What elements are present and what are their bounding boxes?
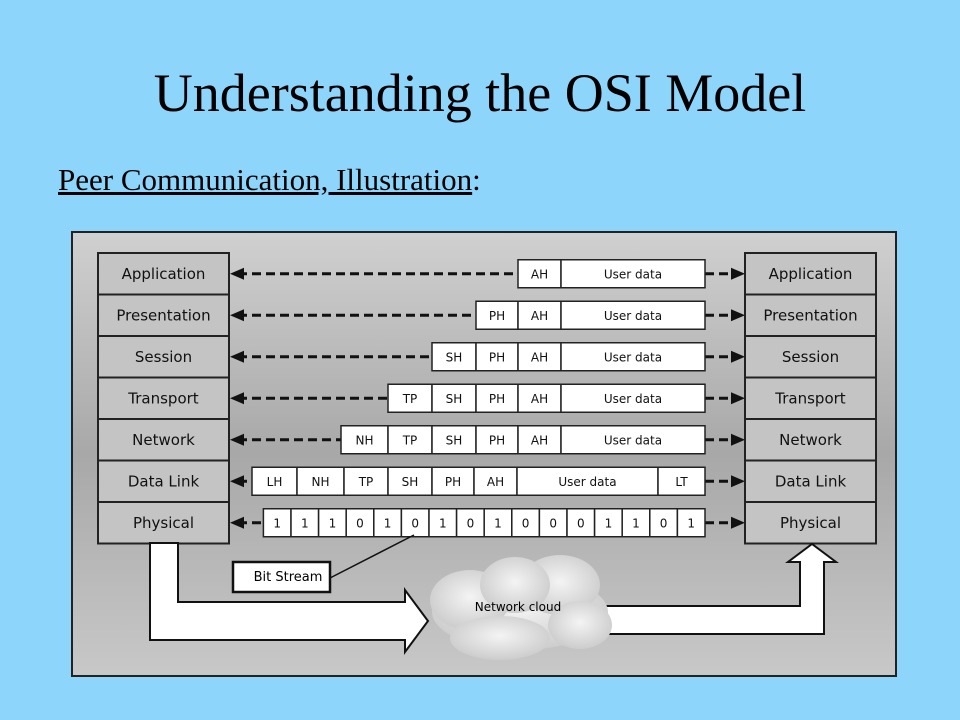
segment-label: TP xyxy=(358,475,374,489)
bit-value: 1 xyxy=(605,516,613,530)
left-layer-label: Session xyxy=(135,348,192,366)
segment-label: LT xyxy=(675,475,688,489)
segment-label: SH xyxy=(446,350,463,364)
segment-label: TP xyxy=(402,392,418,406)
right-layer-label: Data Link xyxy=(775,472,847,490)
segment-label: AH xyxy=(487,475,504,489)
bit-value: 1 xyxy=(632,516,640,530)
left-layer-label: Application xyxy=(122,265,206,283)
segment-label: AH xyxy=(531,350,548,364)
pdu-row-data-link: LH NH TP SH PH AH User data LT xyxy=(230,466,745,496)
bit-value: 0 xyxy=(522,516,530,530)
bit-value: 1 xyxy=(687,516,695,530)
segment-label: User data xyxy=(604,433,662,447)
osi-peer-communication-diagram: Application Presentation Session Transport N… xyxy=(71,231,897,677)
segment-label: SH xyxy=(446,433,463,447)
right-layer-label: Presentation xyxy=(763,306,857,324)
right-layer-stack: Application Presentation Session Transport N… xyxy=(744,252,877,545)
bit-value: 0 xyxy=(577,516,585,530)
bit-value: 0 xyxy=(549,516,557,530)
segment-label: PH xyxy=(489,433,505,447)
right-layer-label: Transport xyxy=(774,389,846,407)
bit-value: 1 xyxy=(301,516,309,530)
right-layer-label: Physical xyxy=(780,514,841,532)
segment-label: PH xyxy=(489,309,505,323)
segment-label: User data xyxy=(604,392,662,406)
network-cloud-label: Network cloud xyxy=(475,600,561,614)
left-layer-stack: Application Presentation Session Transport N… xyxy=(97,252,230,545)
segment-label: User data xyxy=(604,309,662,323)
segment-label: User data xyxy=(558,475,616,489)
segment-label: SH xyxy=(402,475,419,489)
pdu-row-physical: 1 1 1 0 1 0 1 0 1 0 0 0 1 1 0 1 xyxy=(230,508,745,538)
bit-value: 1 xyxy=(273,516,281,530)
segment-label: LH xyxy=(267,475,283,489)
left-layer-label: Network xyxy=(132,431,195,449)
right-layer-label: Network xyxy=(779,431,842,449)
segment-label: TP xyxy=(402,433,418,447)
bit-value: 1 xyxy=(384,516,392,530)
bit-value: 1 xyxy=(439,516,447,530)
segment-label: NH xyxy=(356,433,374,447)
left-layer-label: Data Link xyxy=(128,472,200,490)
bit-value: 0 xyxy=(467,516,475,530)
bit-value: 0 xyxy=(356,516,364,530)
segment-label: AH xyxy=(531,267,548,281)
bit-value: 0 xyxy=(411,516,419,530)
segment-label: SH xyxy=(446,392,463,406)
bit-value: 1 xyxy=(329,516,337,530)
left-layer-label: Presentation xyxy=(116,306,210,324)
segment-label: PH xyxy=(445,475,461,489)
left-layer-label: Transport xyxy=(127,389,199,407)
right-layer-label: Application xyxy=(769,265,853,283)
segment-label: User data xyxy=(604,350,662,364)
segment-label: AH xyxy=(531,433,548,447)
segment-label: AH xyxy=(531,392,548,406)
segment-label: User data xyxy=(604,267,662,281)
segment-label: AH xyxy=(531,309,548,323)
bit-value: 1 xyxy=(494,516,502,530)
right-layer-label: Session xyxy=(782,348,839,366)
segment-label: PH xyxy=(489,392,505,406)
segment-label: NH xyxy=(312,475,330,489)
left-layer-label: Physical xyxy=(133,514,194,532)
segment-label: PH xyxy=(489,350,505,364)
bit-stream-label: Bit Stream xyxy=(254,570,323,585)
bit-value: 0 xyxy=(660,516,668,530)
